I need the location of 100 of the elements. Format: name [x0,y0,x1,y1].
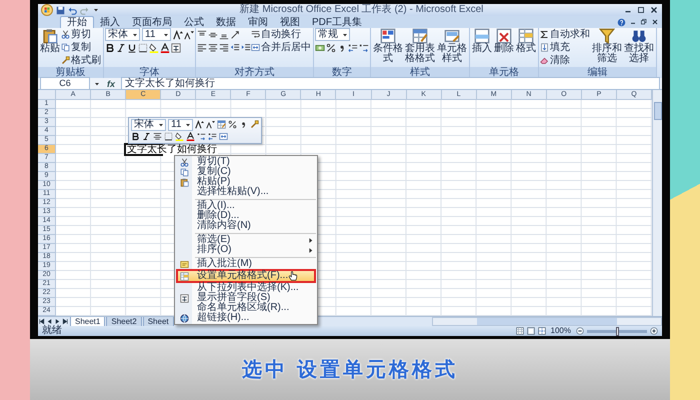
menu-item[interactable]: 剪切(T) [176,157,316,167]
ribbon-tab[interactable]: 页面布局 [126,17,178,28]
help-icon[interactable] [617,18,626,26]
ribbon-button[interactable]: 填充 [540,41,591,54]
caret-icon[interactable] [92,6,100,14]
currency-icon[interactable] [315,42,325,52]
menu-item[interactable]: 插入批注(M) [176,259,316,269]
font-shrink-icon[interactable] [206,120,216,129]
slider-thumb[interactable] [616,326,618,336]
ribbon-button[interactable]: 粘贴 [39,28,61,54]
menu-item[interactable]: 超链接(H)... [176,313,316,323]
increase-decimal-icon[interactable] [208,132,217,141]
zoom-in-icon[interactable] [650,327,658,335]
decrease-decimal-icon[interactable] [197,132,206,141]
font-shrink-icon[interactable] [184,30,194,40]
decrease-indent-icon[interactable] [230,42,240,52]
save-icon[interactable] [56,6,65,14]
formula-input[interactable]: 文字太长了如何换行 [121,77,660,90]
ribbon-button[interactable]: 自动求和 [540,28,591,41]
ribbon-button[interactable]: 清除 [540,54,591,67]
page-layout-icon[interactable] [526,327,535,335]
close-icon[interactable] [649,5,659,15]
page-break-icon[interactable] [538,327,546,335]
increase-indent-icon[interactable] [241,42,251,52]
border-icon[interactable] [164,132,173,141]
align-left-icon[interactable] [197,42,207,52]
restore-icon[interactable] [640,18,648,26]
menu-item[interactable]: 从下拉列表中选择(K)... [176,283,316,293]
ribbon-button[interactable]: 插入 [471,28,493,54]
ribbon-button[interactable]: 剪切 [61,28,102,41]
dropdown-field[interactable]: 常规 [315,28,350,41]
font-grow-icon[interactable] [173,30,183,40]
vertical-scrollbar[interactable] [652,90,662,316]
ribbon-tab[interactable]: 审阅 [242,17,274,28]
normal-view-icon[interactable] [516,327,524,335]
horizontal-scrollbar[interactable] [432,317,662,326]
ribbon-button[interactable]: 删除 [493,28,515,54]
first-sheet-icon[interactable] [38,318,45,325]
menu-item[interactable]: 粘贴(P) [176,177,316,187]
menu-item[interactable]: 筛选(E) [176,235,316,245]
dropdown-field[interactable]: 宋体 [105,28,140,41]
sheet-tab[interactable]: Sheet1 [70,316,106,326]
zoom-percentage[interactable]: 100% [548,326,573,336]
menu-item[interactable]: 显示拼音字段(S) [176,293,316,303]
text-angle-icon[interactable] [230,30,240,40]
bold-icon[interactable] [131,132,140,141]
ribbon-tab[interactable]: 数据 [210,17,242,28]
font-color-icon[interactable] [160,42,170,52]
menu-item[interactable]: 清除内容(N) [176,221,316,231]
ribbon-tab[interactable]: 视图 [274,17,306,28]
italic-icon[interactable] [116,42,126,52]
ribbon-tab[interactable]: 插入 [94,17,126,28]
menu-item[interactable]: 复制(C) [176,167,316,177]
font-color-icon[interactable] [186,132,195,141]
underline-icon[interactable] [127,42,137,52]
dropdown-field[interactable]: 11 [168,118,194,130]
ribbon-button[interactable]: 格式刷 [61,54,102,67]
maximize-icon[interactable] [636,5,646,15]
undo-icon[interactable] [68,6,77,14]
ribbon-button[interactable]: 单元格样式 [436,28,468,64]
ribbon-button[interactable]: 套用表格格式 [404,28,436,64]
fill-color-icon[interactable] [149,42,159,52]
ribbon-button[interactable]: 查找和选择 [623,28,655,64]
menu-item[interactable]: 命名单元格区域(R)... [176,303,316,313]
ribbon-tab[interactable]: PDF工具集 [306,17,368,28]
last-sheet-icon[interactable] [62,318,69,325]
decrease-decimal-icon[interactable] [359,42,369,52]
ribbon-button[interactable]: 条件格式 [372,28,404,64]
ribbon-button[interactable]: 排序和筛选 [591,28,623,64]
menu-item[interactable]: 设置单元格格式(F)... [176,269,316,283]
align-center-icon[interactable] [208,42,218,52]
name-box[interactable]: C6 [40,77,90,90]
percent-icon[interactable] [228,120,238,129]
ribbon-button[interactable]: 复制 [61,41,102,54]
merge-cells-icon[interactable] [219,132,228,141]
menu-item[interactable]: 排序(O) [176,245,316,255]
align-right-icon[interactable] [219,42,229,52]
brush-icon[interactable] [250,120,260,129]
ribbon-tab[interactable]: 公式 [178,17,210,28]
fill-color-icon[interactable] [175,132,184,141]
ribbon-tab[interactable]: 开始 [60,16,94,28]
italic-icon[interactable] [142,132,151,141]
office-logo-icon[interactable] [41,4,53,16]
ribbon-button[interactable]: 自动换行 [251,28,312,41]
increase-decimal-icon[interactable] [348,42,358,52]
phonetic-guide-icon[interactable] [171,42,181,52]
sheet-tab[interactable]: Sheet2 [106,316,142,326]
ribbon-button[interactable]: 格式 [515,28,537,54]
bold-icon[interactable] [105,42,115,52]
dropdown-field[interactable]: 11 [142,28,171,41]
sheet-tab[interactable]: Sheet [142,316,174,326]
zoom-out-icon[interactable] [576,327,584,335]
font-grow-icon[interactable] [195,120,204,129]
ribbon-button[interactable]: 合并后居中 [251,41,312,54]
menu-item[interactable]: 选择性粘贴(V)... [176,187,316,197]
percent-icon[interactable] [326,42,336,52]
border-icon[interactable] [138,42,148,52]
insert-function-button[interactable]: fx [104,78,118,88]
align-center-icon[interactable] [153,132,162,141]
dropdown-field[interactable]: 宋体 [131,118,166,130]
